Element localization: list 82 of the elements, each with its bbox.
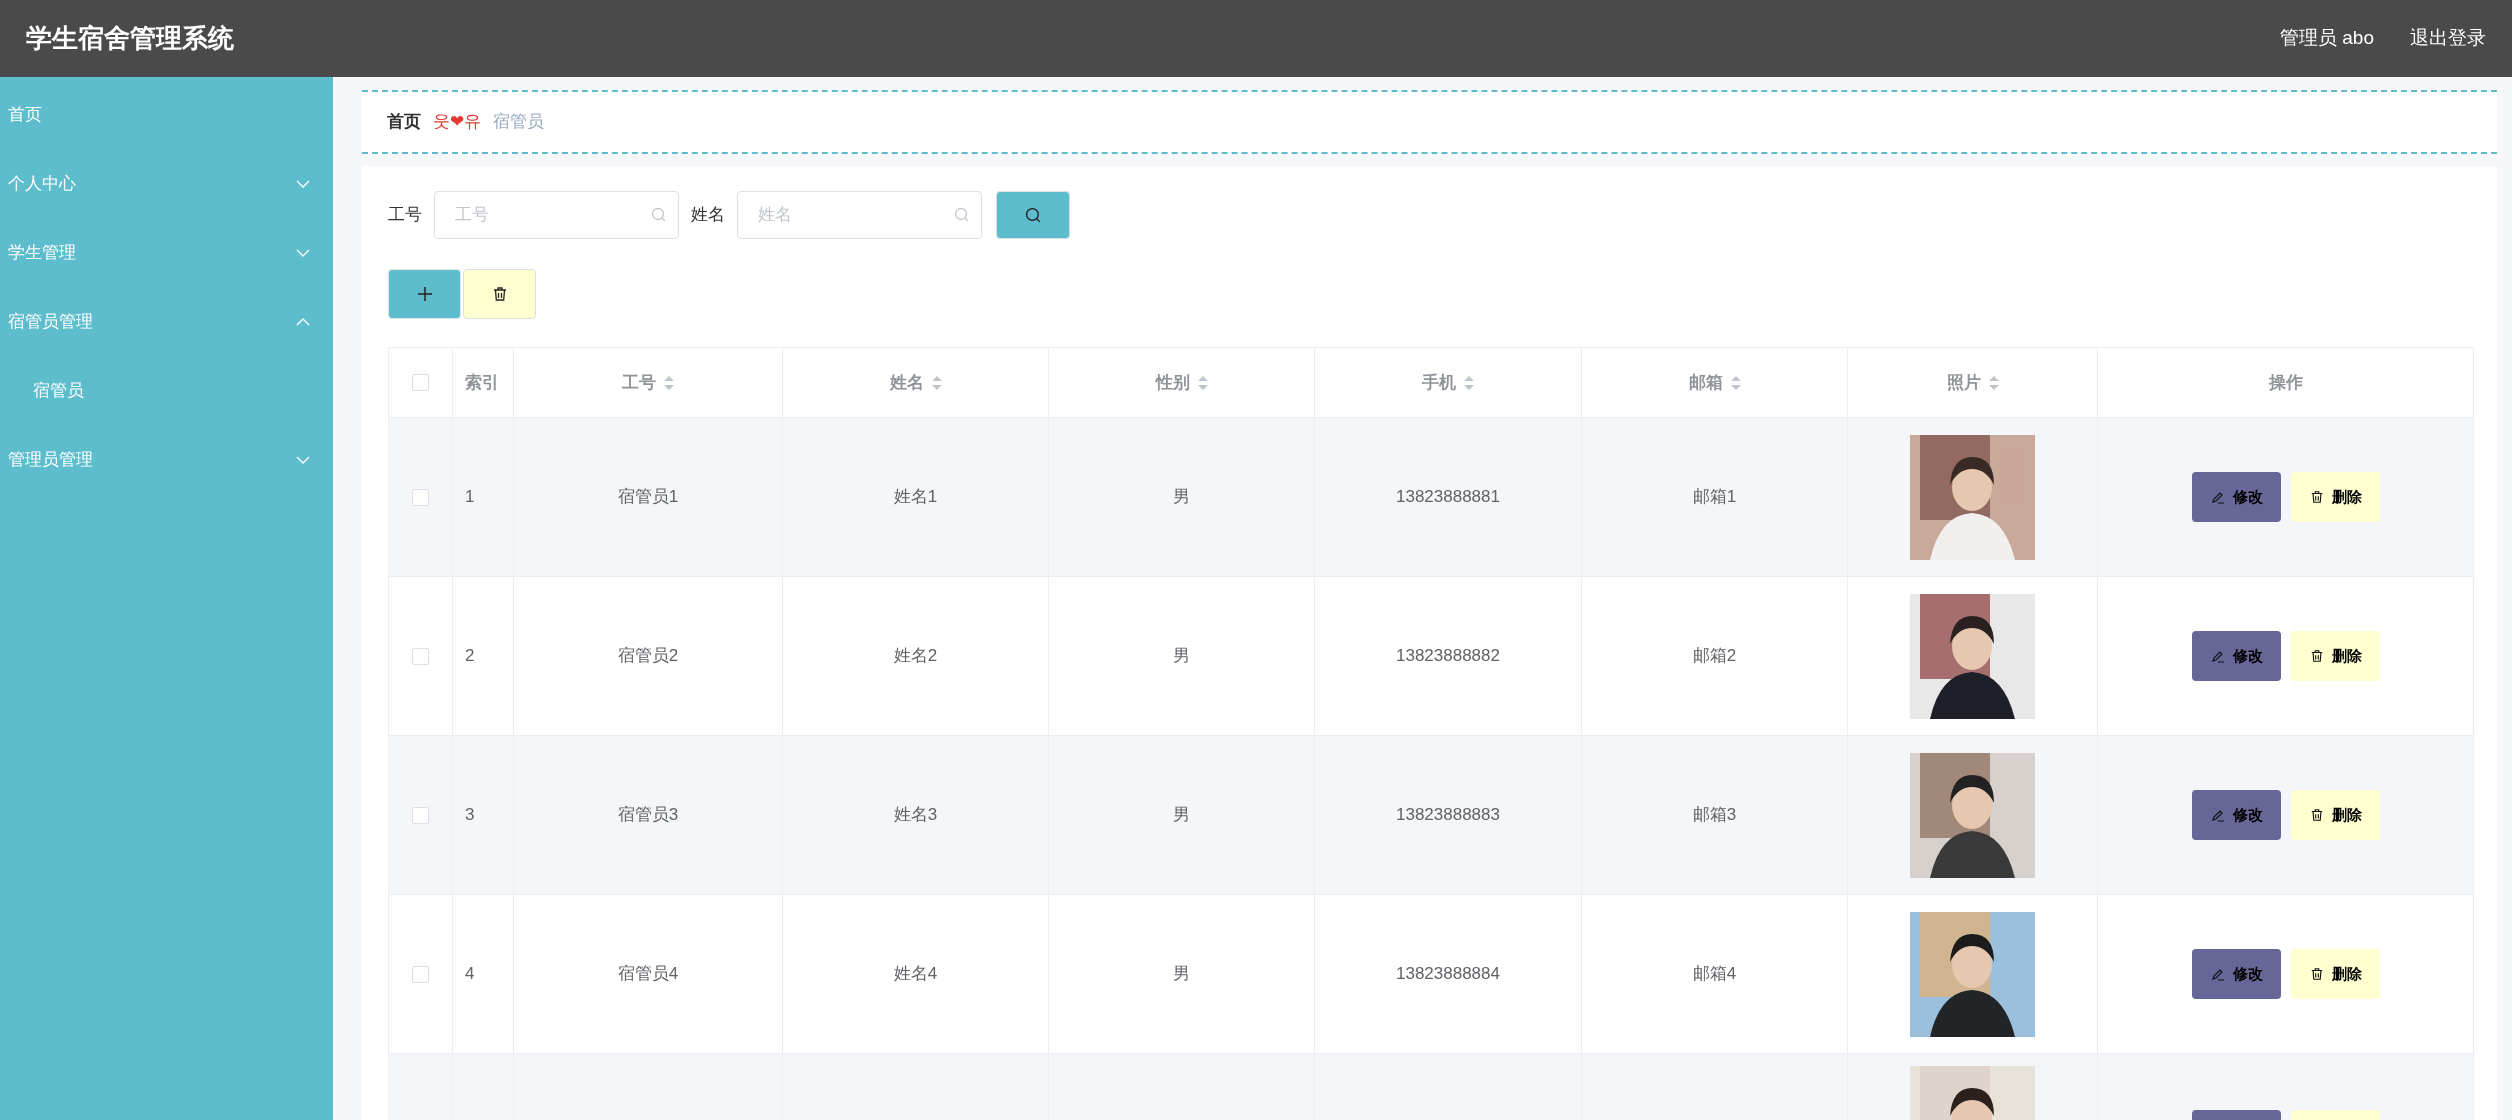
- sidebar-item[interactable]: 首页: [0, 80, 333, 149]
- table-cell-text: 姓名4: [893, 963, 938, 986]
- sortable-header[interactable]: 姓名: [889, 369, 942, 396]
- trash-icon: [491, 286, 508, 302]
- sidebar-item[interactable]: 管理员管理: [0, 425, 333, 494]
- table-cell-text: 2: [465, 645, 475, 668]
- search-icon: [651, 207, 667, 223]
- table-cell-text: 男: [1173, 645, 1190, 668]
- sidebar-subitem[interactable]: 宿管员: [0, 356, 333, 425]
- sort-icon: [1197, 375, 1208, 390]
- table-cell-text: 4: [465, 963, 475, 986]
- sortable-header[interactable]: 照片: [1946, 369, 1999, 396]
- table-cell-text: 姓名2: [893, 645, 938, 668]
- edit-button[interactable]: 修改: [2192, 949, 2281, 999]
- table-cell-text: 邮箱2: [1692, 645, 1737, 668]
- edit-button[interactable]: 修改: [2192, 631, 2281, 681]
- sort-icon: [664, 375, 674, 390]
- table-cell-text: 宿管员4: [617, 963, 679, 986]
- search-field[interactable]: 姓名: [737, 191, 982, 239]
- delete-button[interactable]: 删除: [2291, 631, 2380, 681]
- sortable-header[interactable]: 手机: [1422, 369, 1474, 396]
- search-icon: [954, 207, 970, 223]
- table-cell-text: 13823888882: [1396, 645, 1500, 668]
- table-cell-text: 宿管员1: [617, 486, 679, 509]
- table-cell-text: 宿管员3: [617, 804, 679, 827]
- trash-icon: [2309, 490, 2324, 504]
- sidebar-item[interactable]: 学生管理: [0, 218, 333, 287]
- sort-icon: [1988, 375, 1999, 390]
- pencil-icon: [2210, 490, 2225, 504]
- table-cell-text: 男: [1173, 486, 1190, 509]
- table-cell-text: 宿管员2: [617, 645, 679, 668]
- table-cell-text: 姓名3: [893, 804, 938, 827]
- sort-icon: [931, 375, 942, 390]
- search-field[interactable]: 工号: [434, 191, 679, 239]
- table-cell-text: 13823888883: [1396, 804, 1500, 827]
- pencil-icon: [2210, 967, 2225, 981]
- search-icon: [1024, 206, 1042, 224]
- plus-icon: [416, 286, 433, 302]
- checkbox[interactable]: [412, 488, 429, 506]
- checkbox[interactable]: [412, 647, 429, 665]
- sort-icon: [1730, 375, 1741, 390]
- sidebar-item[interactable]: 个人中心: [0, 149, 333, 218]
- search-button[interactable]: [996, 191, 1070, 239]
- table-cell-text: 姓名1: [893, 486, 938, 509]
- checkbox[interactable]: [412, 965, 429, 983]
- field-label: 姓名: [691, 204, 725, 227]
- sortable-header[interactable]: 邮箱: [1688, 369, 1741, 396]
- table-cell-text: 邮箱3: [1692, 804, 1737, 827]
- table-cell-text: 邮箱4: [1692, 963, 1737, 986]
- checkbox[interactable]: [412, 374, 429, 391]
- logout-link[interactable]: 退出登录: [2410, 24, 2486, 53]
- trash-icon: [2309, 967, 2324, 981]
- sort-icon: [1464, 375, 1474, 390]
- edit-button[interactable]: 修改: [2192, 790, 2281, 840]
- table-cell-text: 3: [465, 804, 475, 827]
- breadcrumb-current: 宿管员: [493, 111, 544, 134]
- breadcrumb-separator: 웃❤유: [433, 111, 481, 134]
- sidebar-item[interactable]: 宿管员管理: [0, 287, 333, 356]
- delete-button[interactable]: 删除: [2291, 472, 2380, 522]
- delete-button[interactable]: 删除: [2291, 949, 2380, 999]
- breadcrumb-home[interactable]: 首页: [387, 109, 421, 135]
- edit-button[interactable]: 修改: [2192, 472, 2281, 522]
- table-cell-text: 男: [1173, 963, 1190, 986]
- trash-icon: [2309, 808, 2324, 822]
- pencil-icon: [2210, 808, 2225, 822]
- table-cell-text: 13823888881: [1396, 486, 1500, 509]
- table-cell-text: 13823888884: [1396, 963, 1500, 986]
- sortable-header[interactable]: 性别: [1155, 369, 1208, 396]
- pencil-icon: [2210, 649, 2225, 663]
- column-header: 索引: [465, 371, 499, 394]
- app-title: 学生宿舍管理系统: [26, 22, 234, 55]
- table-cell-text: 1: [465, 486, 475, 509]
- table-cell-text: 邮箱1: [1692, 486, 1737, 509]
- column-header: 操作: [2268, 371, 2303, 394]
- table-cell-text: 男: [1173, 804, 1190, 827]
- checkbox[interactable]: [412, 806, 429, 824]
- delete-button[interactable]: [463, 269, 536, 319]
- user-label: 管理员 abo: [2280, 26, 2374, 51]
- delete-button[interactable]: 删除: [2291, 790, 2380, 840]
- field-label: 工号: [388, 204, 422, 227]
- sortable-header[interactable]: 工号: [622, 369, 674, 396]
- trash-icon: [2309, 649, 2324, 663]
